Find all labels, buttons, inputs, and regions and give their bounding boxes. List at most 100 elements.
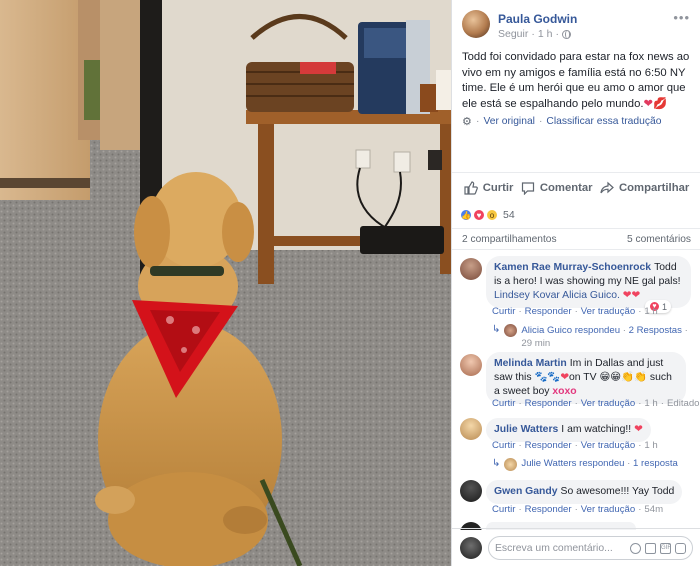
share-label: Compartilhar — [618, 181, 690, 194]
post-meta: Seguir · 1 h · — [498, 28, 571, 40]
comment-actions: Curtir · Responder · Ver tradução · 1 h · Ed… — [492, 398, 700, 409]
meta-separator: · — [622, 325, 626, 336]
commenter-name[interactable]: Melinda Martin — [494, 358, 567, 369]
meta-separator: · — [555, 28, 559, 40]
comment-reply-link[interactable]: Responder — [525, 504, 572, 515]
dog-office-photo — [0, 0, 451, 566]
comment-time: 1 h — [644, 306, 658, 317]
reply-count: 1 resposta — [633, 458, 678, 469]
comment-reaction-count: 1 — [661, 301, 667, 312]
globe-icon — [561, 29, 571, 39]
meta-separator: · — [627, 458, 631, 469]
post-panel: Paula Godwin Seguir · 1 h · ••• Todd foi… — [451, 0, 700, 566]
comment-text: I am watching!! — [561, 424, 632, 435]
commenter-name[interactable]: Julie Watters — [494, 424, 558, 435]
post-time[interactable]: 1 h — [538, 28, 553, 40]
reactions-summary[interactable]: 👍 ♥ o 54 — [452, 206, 700, 224]
share-button[interactable]: Compartilhar — [600, 181, 689, 195]
comment-like-link[interactable]: Curtir — [492, 398, 515, 409]
rate-translation-link[interactable]: Classificar essa tradução — [546, 116, 661, 127]
heart-emoji: ❤ — [643, 97, 653, 110]
comment-label: Comentar — [539, 181, 593, 194]
replier-avatar — [504, 458, 518, 471]
reply-count: 2 Respostas — [628, 325, 682, 336]
more-options-icon[interactable]: ••• — [673, 11, 690, 24]
lips-emoji: 💋 — [652, 97, 668, 110]
comment-translate-link[interactable]: Ver tradução — [581, 504, 635, 515]
replier-name: Julie Watters — [521, 458, 577, 469]
heart-emoji: ❤❤ — [622, 290, 641, 301]
comment-reply-link[interactable]: Responder — [525, 398, 572, 409]
xoxo-text: xoxo — [552, 386, 577, 397]
comment-reply-link[interactable]: Responder — [525, 306, 572, 317]
author-name[interactable]: Paula Godwin — [498, 12, 577, 26]
gear-icon: ⚙ — [462, 115, 472, 128]
comment-icon — [521, 181, 534, 195]
gif-icon[interactable]: GIF — [660, 542, 671, 554]
commenter-avatar[interactable] — [460, 354, 482, 376]
post-header: Paula Godwin Seguir · 1 h · ••• — [452, 0, 700, 48]
replies-link[interactable]: ↳ Alicia Guico respondeu · 2 Respostas ·… — [492, 324, 692, 350]
post-actions: Curtir Comentar Compartilhar — [452, 172, 700, 202]
comment-bubble: Julie Watters I am watching!! ❤ — [486, 418, 651, 442]
post-text: Todd foi convidado para estar na fox new… — [452, 48, 700, 114]
comments-count-link[interactable]: 5 comentários — [627, 234, 691, 245]
comment-translate-link[interactable]: Ver tradução — [581, 306, 635, 317]
translation-links: ⚙ · Ver original · Classificar essa trad… — [452, 116, 700, 127]
reaction-count: 54 — [503, 209, 515, 221]
comment-bubble: Melinda Martin Im in Dallas and just saw … — [486, 352, 686, 404]
thumbs-up-icon — [464, 180, 478, 195]
reply-verb: respondeu — [574, 325, 621, 336]
reply-arrow-icon: ↳ — [492, 324, 501, 335]
meta-separator: · — [684, 325, 688, 336]
like-label: Curtir — [482, 181, 514, 194]
comment: Julie Watters I am watching!! ❤ Curtir · R… — [452, 418, 700, 476]
commenter-name[interactable]: Kamen Rae Murray-Schoenrock — [494, 262, 651, 273]
comment-button[interactable]: Comentar — [521, 181, 593, 195]
comment-actions: Curtir · Responder · Ver tradução · 1 h — [492, 306, 658, 317]
comment-reply-link[interactable]: Responder — [525, 440, 572, 451]
comment-translate-link[interactable]: Ver tradução — [581, 398, 635, 409]
comment-bubble: Gwen Gandy So awesome!!! Yay Todd — [486, 480, 683, 504]
commenter-avatar[interactable] — [460, 258, 482, 280]
comment-input-placeholder: Escreva um comentário... — [495, 542, 613, 554]
commenter-avatar[interactable] — [460, 418, 482, 440]
replier-avatar — [504, 324, 518, 337]
comment-like-link[interactable]: Curtir — [492, 504, 515, 515]
comment-like-link[interactable]: Curtir — [492, 440, 515, 451]
camera-icon[interactable] — [645, 542, 656, 554]
see-original-link[interactable]: Ver original — [483, 116, 535, 127]
like-button[interactable]: Curtir — [464, 180, 514, 195]
comment-like-link[interactable]: Curtir — [492, 306, 515, 317]
reply-verb: respondeu — [579, 458, 625, 469]
love-icon: ♥ — [473, 209, 485, 221]
follow-link[interactable]: Seguir — [498, 28, 528, 40]
replies-link[interactable]: ↳ Julie Watters respondeu · 1 resposta — [492, 458, 678, 471]
replier-name: Alicia Guico — [521, 325, 573, 336]
commenter-avatar[interactable] — [460, 480, 482, 502]
comment-time: 1 h — [644, 440, 658, 451]
author-avatar[interactable] — [462, 10, 490, 38]
meta-separator: · — [476, 116, 480, 127]
meta-separator: · — [531, 28, 535, 40]
face-emoji: 😁😁👏👏 — [599, 372, 648, 383]
comment-text: on TV — [569, 372, 597, 383]
comment: Melinda Martin Im in Dallas and just saw … — [452, 352, 700, 414]
comment-time: 54m — [644, 504, 664, 515]
edited-label: Editado — [666, 398, 700, 409]
comment-input[interactable]: Escreva um comentário... GIF — [488, 536, 693, 560]
comment-actions: Curtir · Responder · Ver tradução · 54m — [492, 504, 664, 515]
paw-emoji: 🐾🐾❤ — [534, 372, 570, 383]
post-photo[interactable] — [0, 0, 451, 566]
emoji-icon[interactable] — [630, 542, 641, 554]
comment-tags[interactable]: Lindsey Kovar Alicia Guico. — [494, 290, 620, 301]
sticker-icon[interactable] — [675, 542, 686, 554]
commenter-name[interactable]: Gwen Gandy — [494, 486, 558, 497]
comment-translate-link[interactable]: Ver tradução — [581, 440, 635, 451]
comment-composer: Escreva um comentário... GIF — [452, 532, 700, 564]
comment: Kamen Rae Murray-Schoenrock Todd is a her… — [452, 256, 700, 350]
comment-time: 1 h — [644, 398, 658, 409]
shares-count-link[interactable]: 2 compartilhamentos — [462, 234, 557, 245]
heart-emoji: ❤ — [634, 424, 643, 435]
like-icon: 👍 — [460, 209, 472, 221]
